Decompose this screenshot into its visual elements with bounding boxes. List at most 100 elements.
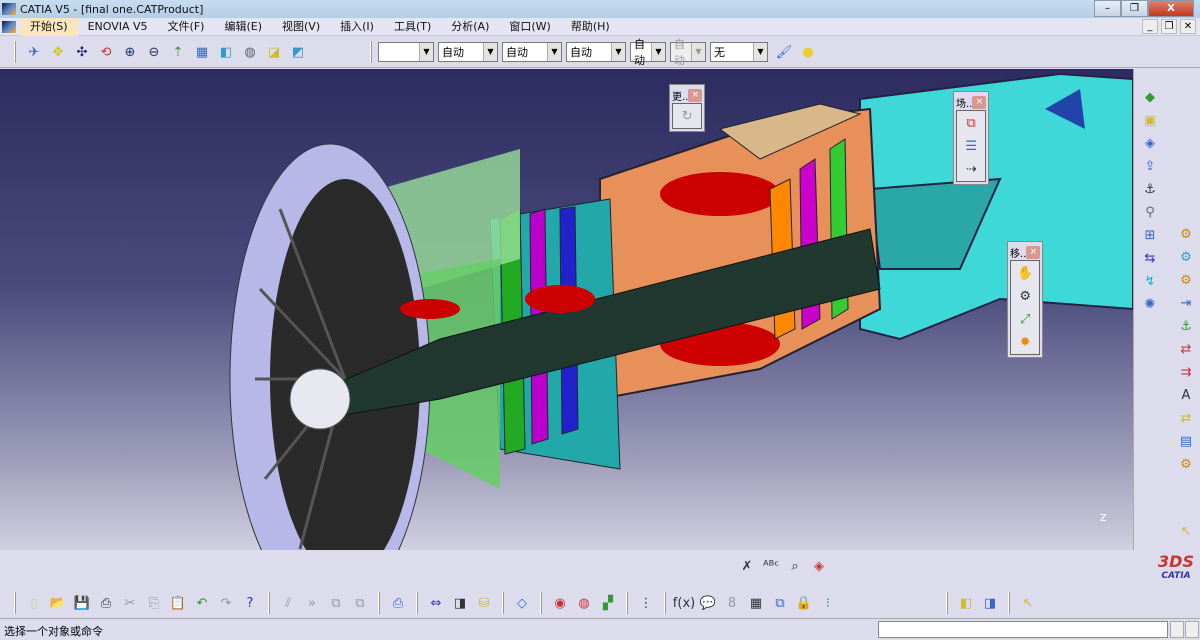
cut-icon[interactable]: ✂ xyxy=(120,593,140,613)
component-icon[interactable]: ◈ xyxy=(1140,133,1160,153)
save-icon[interactable]: 💾 xyxy=(72,593,92,613)
normal-view-icon[interactable]: ⇡ xyxy=(168,42,188,62)
chevron-down-icon[interactable]: ▼ xyxy=(547,43,561,61)
pan-icon[interactable]: ✣ xyxy=(72,42,92,62)
iso-view-icon[interactable]: ◧ xyxy=(216,42,236,62)
undo-icon[interactable]: ↶ xyxy=(192,593,212,613)
style-combo[interactable]: ▼ xyxy=(378,42,434,62)
sketch-icon[interactable]: ◇ xyxy=(512,593,532,613)
command-input[interactable] xyxy=(878,621,1168,638)
doc-close-button[interactable]: ✕ xyxy=(1180,19,1196,34)
3d-viewport[interactable]: z 更.. × ↻ 场.. × ⧉ ☰ ⇢ 移.. × ✋ ⚙ ⤢ ✸ xyxy=(0,69,1133,550)
part-icon[interactable]: ▣ xyxy=(1140,110,1160,130)
chevron-down-icon[interactable]: ▼ xyxy=(419,43,433,61)
position-icon[interactable]: ⚓ xyxy=(1140,179,1160,199)
comment-icon[interactable]: 💬 xyxy=(698,593,718,613)
hide-show-icon[interactable]: ◪ xyxy=(264,42,284,62)
clone-icon[interactable]: ⧉ xyxy=(326,593,346,613)
flag-note-icon[interactable]: ⌕ xyxy=(785,556,805,576)
doc-restore-button[interactable]: ❐ xyxy=(1161,19,1177,34)
floating-toolbar[interactable]: 移.. × ✋ ⚙ ⤢ ✸ xyxy=(1007,241,1044,358)
menu-item[interactable]: 分析(A) xyxy=(441,18,499,36)
clone2-icon[interactable]: ⧉ xyxy=(350,593,370,613)
renumber-icon[interactable]: ⇆ xyxy=(1140,248,1160,268)
menu-item[interactable]: 编辑(E) xyxy=(214,18,272,36)
link-icon[interactable]: 8 xyxy=(722,593,742,613)
toolbar-grip[interactable] xyxy=(1008,592,1010,614)
zoom-out-icon[interactable]: ⊖ xyxy=(144,42,164,62)
toolbar-grip[interactable] xyxy=(540,592,542,614)
scene-list-icon[interactable]: ☰ xyxy=(961,136,981,156)
render-icon[interactable]: ◉ xyxy=(550,593,570,613)
zoom-in-icon[interactable]: ⊕ xyxy=(120,42,140,62)
menu-item[interactable]: 视图(V) xyxy=(272,18,330,36)
toolbar-grip[interactable] xyxy=(502,592,504,614)
cursor-icon[interactable]: ↖ xyxy=(1018,593,1038,613)
material-icon[interactable]: ● xyxy=(798,42,818,62)
angle-icon[interactable]: ⇥ xyxy=(1176,293,1196,313)
measure-between-icon[interactable]: ⇔ xyxy=(426,593,446,613)
coincidence-icon[interactable]: ⚙ xyxy=(1176,224,1196,244)
style-combo[interactable]: 自动 ▼ xyxy=(502,42,562,62)
scene-explode-icon[interactable]: ⧉ xyxy=(961,113,981,133)
menu-item[interactable]: 文件(F) xyxy=(158,18,215,36)
menu-item[interactable]: 帮助(H) xyxy=(561,18,620,36)
chevron-down-icon[interactable]: ▼ xyxy=(753,43,767,61)
existing-component-icon[interactable]: ⇪ xyxy=(1140,156,1160,176)
fly-mode-icon[interactable]: ✈ xyxy=(24,42,44,62)
publish-icon[interactable]: ◧ xyxy=(956,593,976,613)
explode-icon[interactable]: ✸ xyxy=(1015,332,1035,352)
floating-toolbar-header[interactable]: 移.. × xyxy=(1010,244,1041,260)
chevron-down-icon[interactable]: ▼ xyxy=(611,43,625,61)
menu-item[interactable]: 工具(T) xyxy=(384,18,441,36)
floating-toolbar-header[interactable]: 场.. × xyxy=(956,94,987,110)
style-combo[interactable]: 自动 ▼ xyxy=(670,38,706,67)
doc-minimize-button[interactable]: _ xyxy=(1142,19,1158,34)
free-space-icon[interactable]: ⫽ xyxy=(278,593,298,613)
toolbar-grip[interactable] xyxy=(14,592,16,614)
floating-toolbar[interactable]: 场.. × ⧉ ☰ ⇢ xyxy=(953,91,990,185)
hierarchy-icon[interactable]: ⧉ xyxy=(770,593,790,613)
painter-icon[interactable]: 🖌 xyxy=(774,42,794,62)
product-icon[interactable]: ◆ xyxy=(1140,87,1160,107)
snap-icon[interactable]: ⚙ xyxy=(1015,286,1035,306)
close-icon[interactable]: × xyxy=(688,88,703,102)
paste-icon[interactable]: 📋 xyxy=(168,593,188,613)
redo-icon[interactable]: ↷ xyxy=(216,593,236,613)
replace-icon[interactable]: ⚲ xyxy=(1140,202,1160,222)
restore-button[interactable]: ❐ xyxy=(1121,0,1148,17)
close-button[interactable]: X xyxy=(1148,0,1194,17)
lock-icon[interactable]: 🔒 xyxy=(794,593,814,613)
catalog-icon[interactable]: ⎙ xyxy=(388,593,408,613)
quick-constraint-icon[interactable]: ⇉ xyxy=(1176,362,1196,382)
graph-tree-icon[interactable]: ⊞ xyxy=(1140,225,1160,245)
formula-icon[interactable]: f(x) xyxy=(673,593,695,613)
update-icon[interactable]: ↻ xyxy=(677,106,697,126)
multi-instance-icon[interactable]: ✺ xyxy=(1140,294,1160,314)
rotate-icon[interactable]: ⟲ xyxy=(96,42,116,62)
parameters-icon[interactable]: ⁝ xyxy=(818,593,838,613)
new-icon[interactable]: ▯ xyxy=(24,593,44,613)
select-icon[interactable]: ↖ xyxy=(1176,521,1196,541)
toolbar-grip[interactable] xyxy=(664,592,666,614)
menu-item[interactable]: 开始(S) xyxy=(20,17,78,36)
command-cancel-button[interactable] xyxy=(1185,621,1199,638)
contact-icon[interactable]: ⚙ xyxy=(1176,247,1196,267)
reorder-icon[interactable]: ↯ xyxy=(1140,271,1160,291)
smart-move-icon[interactable]: ⤢ xyxy=(1015,309,1035,329)
flexible-icon[interactable]: A xyxy=(1176,385,1196,405)
measure-inertia-icon[interactable]: ⛁ xyxy=(474,593,494,613)
text-leader-icon[interactable]: ᴬᴮᶜ xyxy=(761,556,781,576)
manipulate-icon[interactable]: ✋ xyxy=(1015,263,1035,283)
whats-this-icon[interactable]: ? xyxy=(240,593,260,613)
update-all-icon[interactable]: ⚙ xyxy=(1176,454,1196,474)
floating-toolbar-header[interactable]: 更.. × xyxy=(672,87,703,103)
scene-apply-icon[interactable]: ⇢ xyxy=(961,159,981,179)
toolbar-grip[interactable] xyxy=(268,592,270,614)
publish2-icon[interactable]: ◨ xyxy=(980,593,1000,613)
toolbar-grip[interactable] xyxy=(370,41,372,63)
table-icon[interactable]: ▦ xyxy=(746,593,766,613)
close-icon[interactable]: × xyxy=(1026,245,1041,259)
command-button[interactable] xyxy=(1170,621,1184,638)
multi-view-icon[interactable]: ▦ xyxy=(192,42,212,62)
